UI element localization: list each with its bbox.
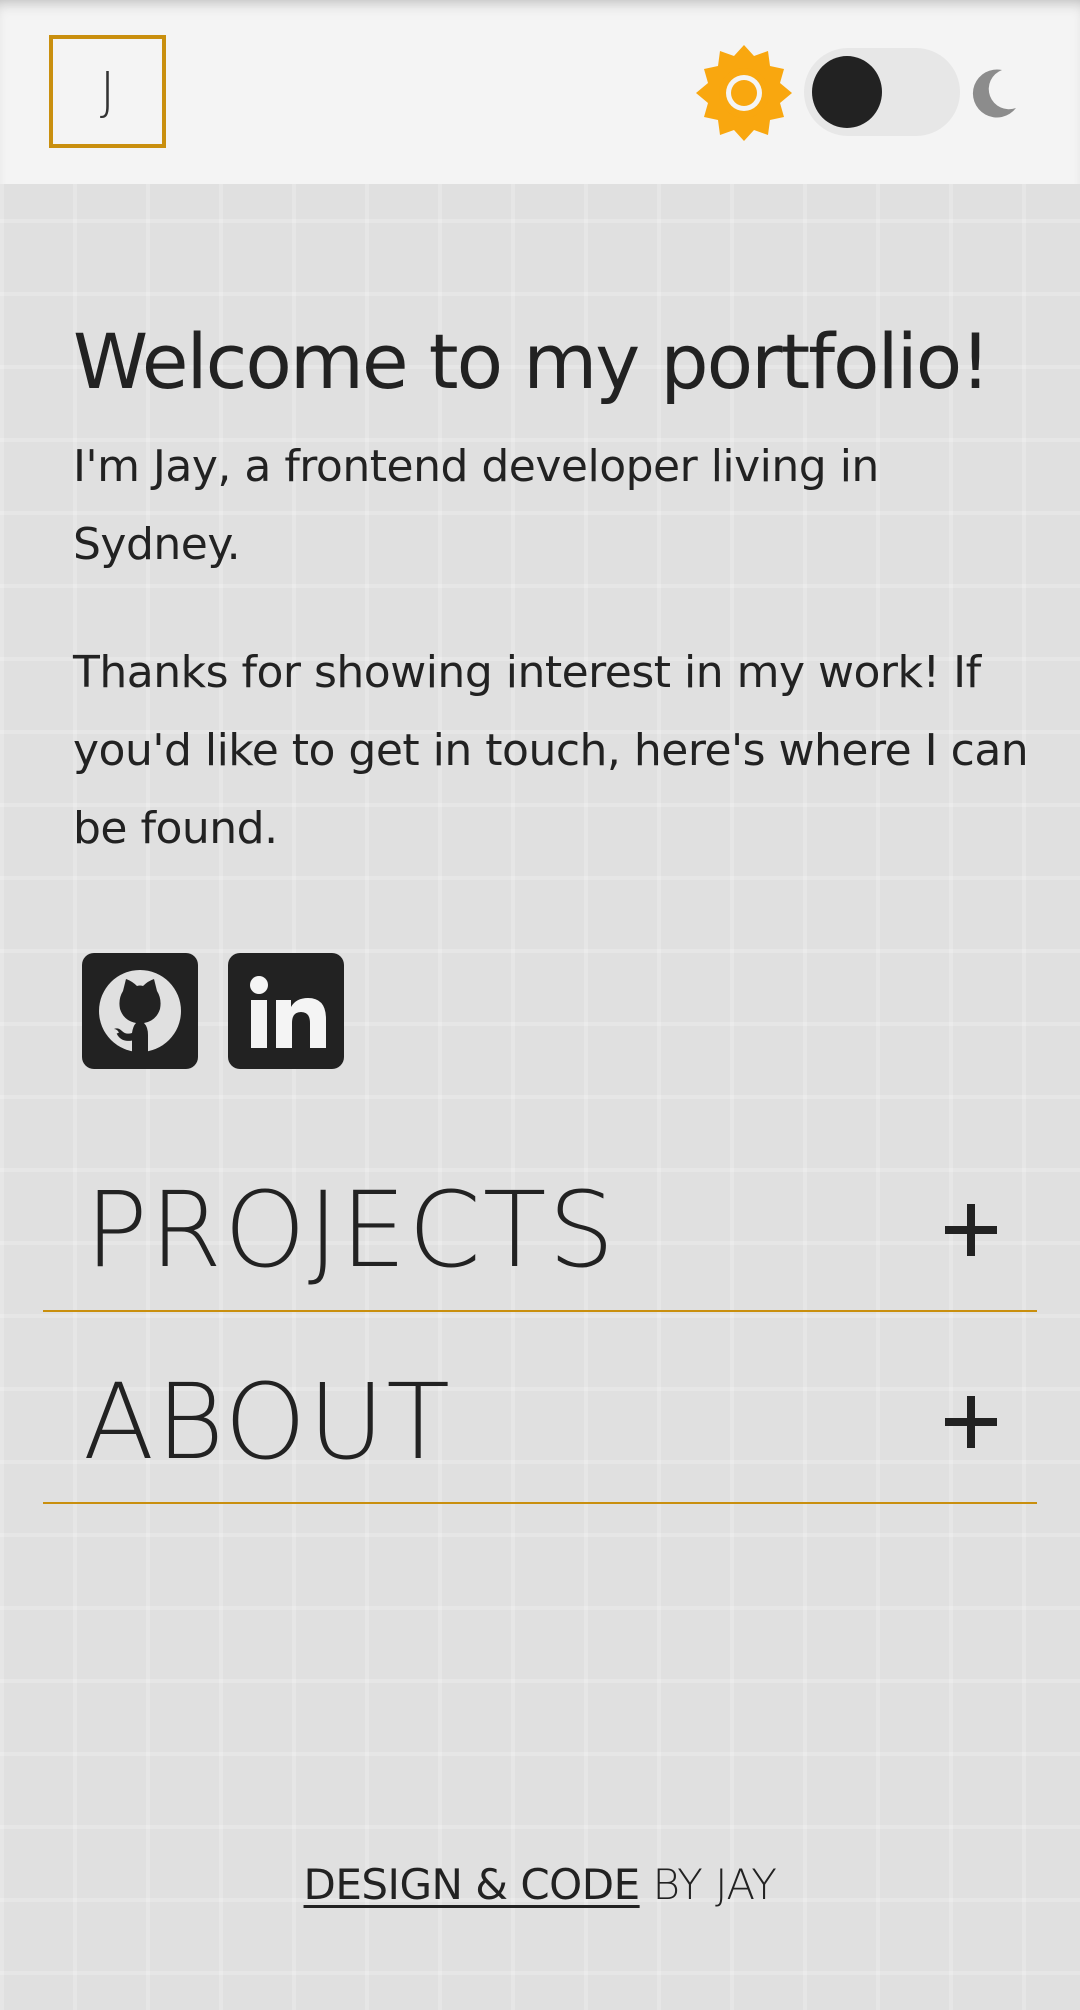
footer-byline: BY JAY — [639, 1860, 777, 1909]
intro-section: Welcome to my portfolio! I'm Jay, a fron… — [73, 310, 1033, 868]
github-link[interactable] — [82, 953, 198, 1069]
site-footer: DESIGN & CODE BY JAY — [0, 1860, 1080, 1909]
linkedin-icon — [250, 976, 326, 1048]
accordion-title[interactable]: PROJECTS — [85, 1178, 616, 1282]
accordion-projects[interactable]: PROJECTS — [43, 1120, 1037, 1312]
design-code-link[interactable]: DESIGN & CODE — [304, 1860, 641, 1909]
theme-switch[interactable] — [694, 40, 1024, 146]
moon-icon[interactable] — [972, 68, 1018, 118]
contact-paragraph: Thanks for showing interest in my work! … — [73, 647, 1029, 854]
page-title: Welcome to my portfolio! — [73, 317, 991, 406]
plus-icon[interactable] — [945, 1204, 997, 1256]
site-header: J — [0, 0, 1080, 184]
github-icon — [99, 970, 181, 1052]
social-links — [82, 953, 344, 1069]
logo-home-link[interactable]: J — [49, 35, 166, 148]
accordion: PROJECTS ABOUT — [43, 1120, 1037, 1504]
sun-icon[interactable] — [694, 40, 794, 146]
intro-paragraph: I'm Jay, a frontend developer living in … — [73, 441, 879, 570]
linkedin-link[interactable] — [228, 953, 344, 1069]
plus-icon[interactable] — [945, 1396, 997, 1448]
accordion-about[interactable]: ABOUT — [43, 1312, 1037, 1504]
accordion-title[interactable]: ABOUT — [83, 1370, 452, 1474]
theme-toggle-knob[interactable] — [812, 56, 882, 128]
theme-toggle-track[interactable] — [804, 48, 960, 136]
